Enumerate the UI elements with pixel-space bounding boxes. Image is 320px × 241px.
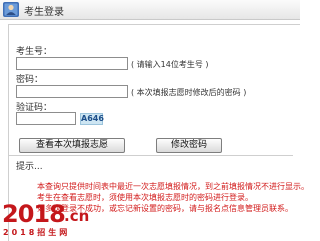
watermark-main: 2018: [2, 200, 66, 228]
candidate-id-input[interactable]: [16, 57, 128, 70]
change-password-button[interactable]: 修改密码: [156, 138, 222, 153]
notice-heading: 提示...: [16, 162, 43, 172]
notice-line: 本查询只提供时间表中最近一次志愿填报情况，到之前填报情况不进行显示。: [37, 182, 309, 191]
password-input[interactable]: [16, 85, 128, 98]
captcha-input[interactable]: [16, 112, 76, 125]
captcha-image[interactable]: A646: [80, 113, 104, 125]
password-label: 密码：: [16, 75, 44, 85]
notice-divider: [9, 155, 293, 156]
watermark-subtitle: 2018招生网: [3, 228, 71, 237]
window-titlebar: 考生登录: [0, 0, 300, 20]
candidate-id-hint: ( 请输入14位考生号 ): [131, 60, 209, 69]
candidate-id-label: 考生号：: [16, 47, 53, 57]
user-login-icon: [3, 2, 19, 17]
window-title: 考生登录: [24, 7, 64, 18]
view-choices-button[interactable]: 查看本次填报志愿: [19, 138, 125, 153]
password-hint: ( 本次填报志愿时修改后的密码 ): [131, 88, 247, 97]
site-watermark-logo: 2018 .cn 2018招生网: [0, 201, 110, 239]
watermark-tld: .cn: [64, 207, 90, 225]
